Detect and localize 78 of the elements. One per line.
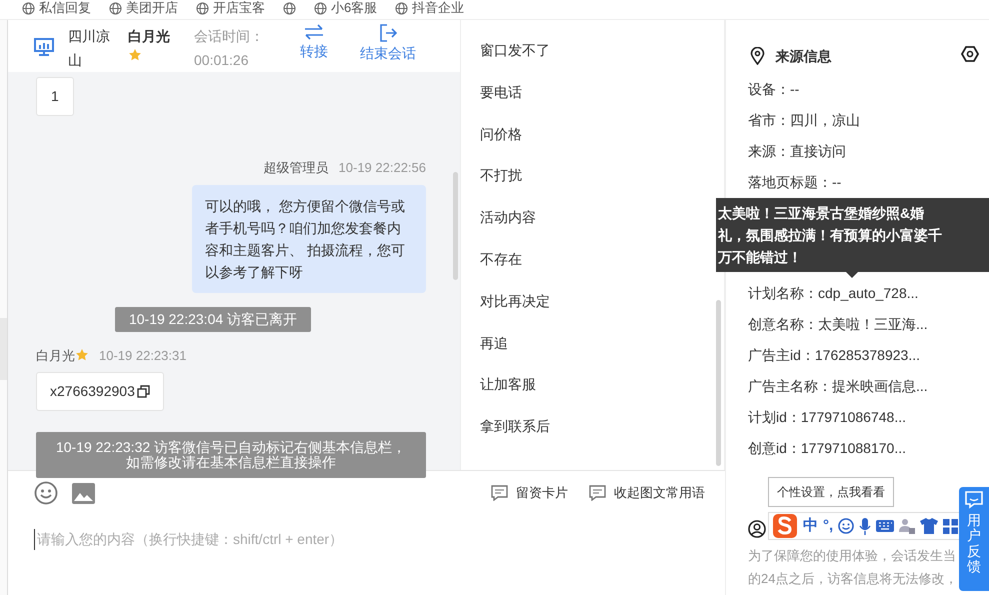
transfer-button[interactable]: 转接: [300, 24, 328, 62]
phrase-item[interactable]: 不打扰: [480, 167, 522, 184]
comment-icon: [589, 485, 606, 501]
bookmark-link[interactable]: 开店宝客: [213, 3, 265, 13]
info-row: 创意id：177971088170...: [748, 440, 906, 456]
info-row: 省市：四川，凉山: [748, 112, 860, 128]
emoji-icon: [34, 481, 58, 505]
info-row: 来源：直接访问: [748, 143, 846, 159]
system-notice: 10-19 22:23:32 访客微信号已自动标记右侧基本信息栏， 如需修改请在基本信息栏直接操作: [36, 432, 426, 478]
bookmark-link[interactable]: 小6客服: [331, 3, 378, 13]
user-circle-icon: [748, 520, 766, 538]
smiley-icon: [838, 518, 854, 534]
bookmark-link[interactable]: 私信回复: [39, 3, 91, 13]
globe-icon: [22, 2, 35, 14]
ime-tooltip: 个性设置，点我看看: [768, 477, 894, 507]
phrase-item[interactable]: 对比再决定: [480, 292, 550, 309]
globe-icon: [283, 2, 296, 14]
info-row: 创意名称：太美啦！三亚海...: [748, 316, 928, 332]
section-title: 来源信息: [776, 46, 832, 66]
phrase-item[interactable]: 再追: [480, 334, 508, 351]
bookmark-link[interactable]: 抖音企业: [412, 3, 464, 13]
message-bubble: 可以的哦， 您方便留个微信号或者手机号吗？咱们加您发套餐内容和主题客片、 拍摄流程，您可以参考了解下呀: [192, 184, 426, 292]
message-input[interactable]: 请输入您的内容（换行快捷键：shift/ctrl + enter）: [34, 529, 534, 550]
toolbar-button[interactable]: 留资卡片: [491, 483, 568, 503]
end-session-button[interactable]: 结束会话: [360, 24, 416, 64]
system-notice: 10-19 22:23:04 访客已离开: [114, 306, 312, 332]
visitor-name: 白月光: [128, 27, 171, 46]
visitor-location: 四川凉山: [68, 27, 111, 70]
scrollbar[interactable]: [716, 300, 721, 466]
phrase-item[interactable]: 不存在: [480, 250, 522, 267]
image-icon: [72, 482, 95, 504]
session-label: 会话时间：: [194, 27, 265, 46]
sender-name: 超级管理员: [264, 159, 329, 177]
bookmark-link[interactable]: 美团开店: [126, 3, 178, 13]
phrase-item[interactable]: 问价格: [480, 126, 522, 142]
info-row: 广告主id：176285378923...: [748, 347, 920, 363]
globe-icon: [109, 2, 122, 14]
grid-icon: [943, 518, 958, 534]
star-icon: [128, 48, 142, 62]
globe-icon: [196, 2, 209, 14]
message-time: 10-19 22:23:31: [99, 346, 186, 364]
globe-icon: [314, 2, 327, 14]
location-pin-icon: [750, 47, 765, 65]
chat-icon: [965, 491, 983, 509]
info-row: 计划id：177971086748...: [748, 409, 906, 425]
settings-icon: [961, 44, 979, 63]
ime-punctuation[interactable]: °,: [823, 514, 834, 538]
transfer-icon: [304, 24, 324, 40]
phrase-item[interactable]: 窗口发不了: [480, 42, 550, 58]
phrase-item[interactable]: 活动内容: [480, 209, 536, 226]
exit-icon: [379, 24, 397, 42]
microphone-icon: [859, 518, 872, 534]
scrollbar[interactable]: [453, 172, 458, 280]
phrase-item[interactable]: 拿到联系后: [480, 418, 550, 434]
shirt-icon: [920, 518, 938, 534]
phrase-item[interactable]: 要电话: [480, 84, 522, 100]
keyboard-icon: [876, 520, 894, 532]
info-row: 落地页标题：--: [748, 174, 842, 190]
message-bubble: x2766392903: [36, 372, 164, 411]
message-bubble: 1: [36, 77, 74, 116]
comment-icon: [491, 485, 508, 501]
phrase-item[interactable]: 让加客服: [480, 376, 536, 392]
feedback-button[interactable]: 用户反馈: [959, 487, 989, 591]
toolbar-button[interactable]: 收起图文常用语: [589, 483, 705, 503]
copy-icon: [136, 385, 150, 398]
star-icon: [75, 348, 89, 362]
sender-name: 白月光: [36, 346, 75, 364]
message-time: 10-19 22:22:56: [338, 159, 426, 177]
info-row: 设备：--: [748, 81, 800, 97]
ime-mode[interactable]: 中: [803, 514, 818, 538]
info-row: 计划名称：cdp_auto_728...: [748, 285, 918, 301]
monitor-icon: [34, 38, 54, 56]
globe-icon: [395, 2, 408, 14]
session-time: 00:01:26: [194, 51, 250, 70]
tooltip-arrow: [846, 272, 858, 278]
notice-text: 为了保障您的使用体验，会话发生当 的24点之后，访客信息将无法修改，: [748, 547, 958, 588]
person-lock-icon: [899, 518, 916, 534]
info-row: 广告主名称：提米映画信息...: [748, 378, 928, 394]
